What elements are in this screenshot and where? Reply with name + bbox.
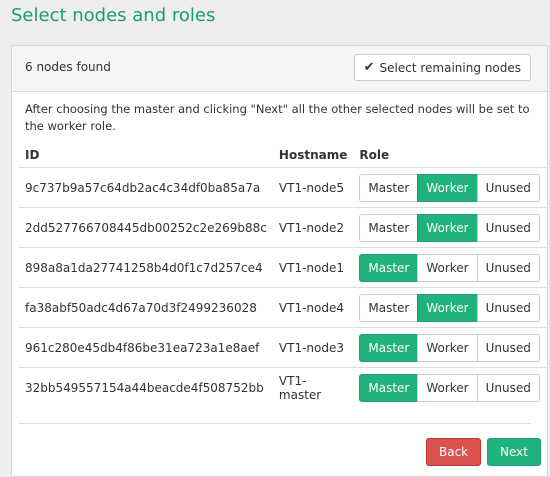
node-id: fa38abf50adc4d67a70d3f2499236028	[19, 287, 273, 328]
role-worker-button[interactable]: Worker	[417, 213, 478, 242]
page-title: Select nodes and roles	[11, 5, 216, 26]
id-column-header: ID	[19, 142, 273, 168]
table-header-row: ID Hostname Role	[19, 142, 546, 168]
role-button-group: Master Worker Unused	[359, 213, 540, 242]
role-cell: Master Worker Unused	[353, 327, 546, 368]
select-remaining-nodes-button[interactable]: ✔ Select remaining nodes	[353, 54, 531, 81]
node-id: 2dd527766708445db00252c2e269b88c	[19, 207, 273, 248]
check-icon: ✔	[363, 60, 375, 75]
role-unused-button[interactable]: Unused	[476, 213, 540, 242]
table-row: 32bb549557154a44beacde4f508752bb VT1-mast…	[19, 368, 546, 408]
table-row: fa38abf50adc4d67a70d3f2499236028 VT1-node…	[19, 287, 546, 328]
role-master-button[interactable]: Master	[359, 213, 419, 242]
role-unused-button[interactable]: Unused	[476, 333, 540, 362]
role-cell: Master Worker Unused	[353, 287, 546, 328]
role-master-button[interactable]: Master	[359, 333, 419, 362]
role-unused-button[interactable]: Unused	[476, 173, 540, 202]
nodes-panel: 6 nodes found ✔ Select remaining nodes A…	[11, 45, 548, 477]
node-id: 32bb549557154a44beacde4f508752bb	[25, 380, 264, 395]
role-column-header: Role	[353, 142, 546, 168]
role-cell: Master Worker Unused	[353, 167, 546, 208]
node-id: 961c280e45db4f86be31ea723a1e8aef	[19, 327, 273, 368]
node-hostname: VT1-node3	[272, 327, 354, 368]
select-remaining-label: Select remaining nodes	[379, 60, 521, 75]
node-hostname: VT1-node2	[272, 207, 354, 248]
role-worker-button[interactable]: Worker	[417, 253, 478, 282]
role-master-button[interactable]: Master	[359, 173, 419, 202]
role-master-button[interactable]: Master	[359, 253, 419, 282]
role-cell: Master Worker Unused	[353, 207, 546, 248]
role-master-button[interactable]: Master	[359, 373, 419, 402]
role-master-button[interactable]: Master	[359, 293, 419, 322]
role-unused-button[interactable]: Unused	[476, 293, 540, 322]
role-button-group: Master Worker Unused	[359, 293, 540, 322]
panel-header: 6 nodes found ✔ Select remaining nodes	[12, 46, 547, 92]
info-text: After choosing the master and clicking "…	[25, 102, 530, 133]
role-unused-button[interactable]: Unused	[476, 373, 540, 402]
role-button-group: Master Worker Unused	[359, 253, 540, 282]
role-worker-button[interactable]: Worker	[417, 173, 478, 202]
footer-divider	[19, 423, 531, 424]
node-id: 9c737b9a57c64db2ac4c34df0ba85a7a	[19, 167, 273, 208]
role-unused-button[interactable]: Unused	[476, 253, 540, 282]
table-row: 9c737b9a57c64db2ac4c34df0ba85a7a VT1-node…	[19, 167, 546, 208]
role-button-group: Master Worker Unused	[359, 373, 540, 402]
next-button[interactable]: Next	[487, 438, 541, 466]
node-hostname: VT1-node1	[272, 247, 354, 288]
role-cell: Master Worker Unused	[353, 247, 546, 288]
back-button[interactable]: Back	[426, 438, 482, 466]
role-cell: Master Worker Unused	[353, 368, 546, 408]
table-row: 898a8a1da27741258b4d0f1c7d257ce4 VT1-node…	[19, 247, 546, 288]
node-hostname: VT1-node4	[272, 287, 354, 328]
node-id: 898a8a1da27741258b4d0f1c7d257ce4	[19, 247, 273, 288]
hostname-column-header: Hostname	[272, 142, 354, 168]
node-hostname: VT1-node5	[272, 167, 354, 208]
node-hostname: VT1-master	[278, 373, 322, 402]
nodes-table: ID Hostname Role 9c737b9a57c64db2ac4c34d…	[19, 142, 546, 407]
table-row: 2dd527766708445db00252c2e269b88c VT1-node…	[19, 207, 546, 248]
role-button-group: Master Worker Unused	[359, 333, 540, 362]
nodes-found-count: 6 nodes found	[25, 60, 111, 74]
role-button-group: Master Worker Unused	[359, 173, 540, 202]
role-worker-button[interactable]: Worker	[417, 333, 478, 362]
role-worker-button[interactable]: Worker	[417, 373, 478, 402]
role-worker-button[interactable]: Worker	[417, 293, 478, 322]
table-row: 961c280e45db4f86be31ea723a1e8aef VT1-node…	[19, 327, 546, 368]
